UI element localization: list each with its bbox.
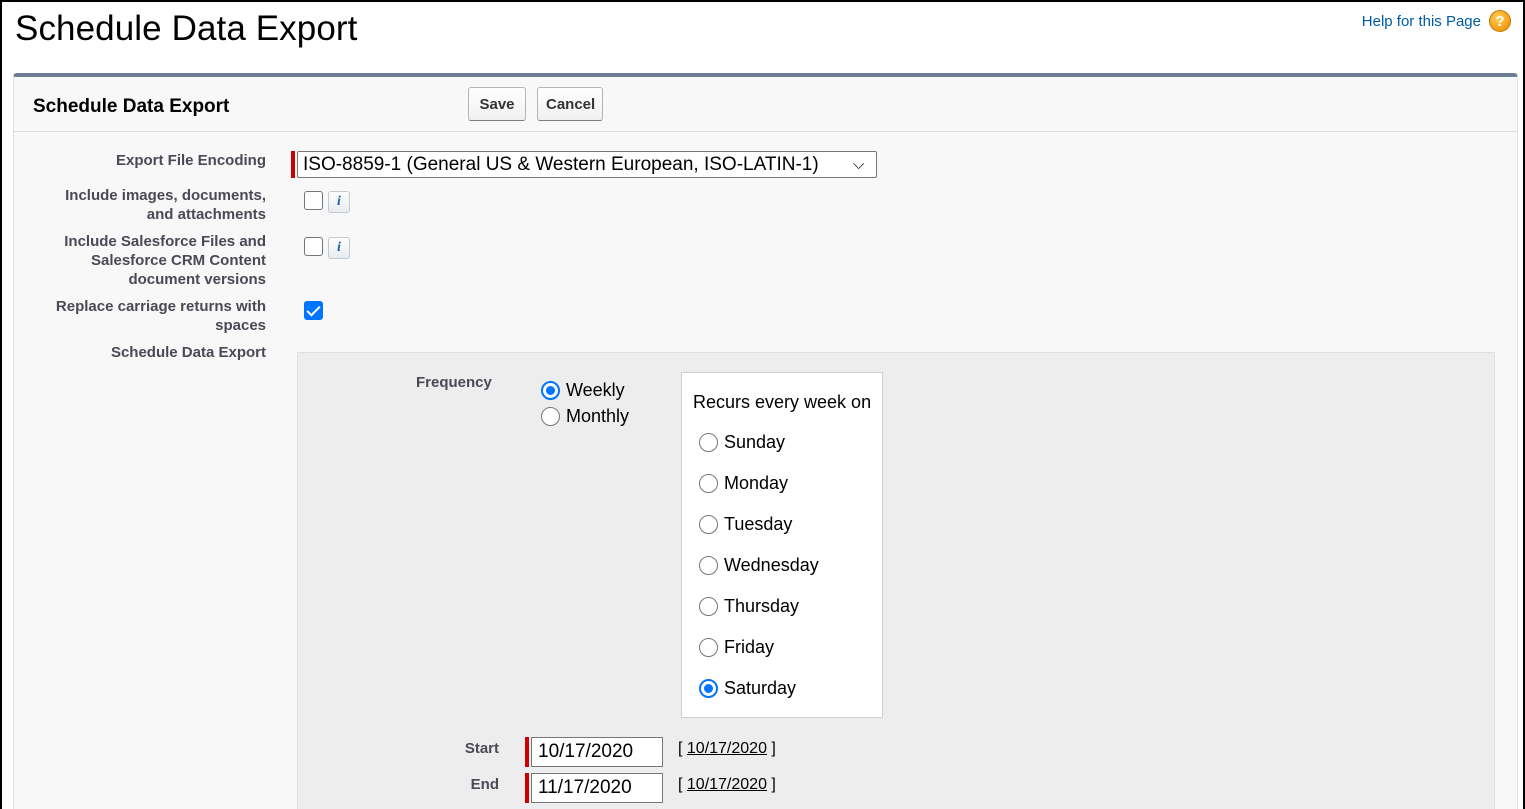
monthly-label: Monthly [566, 406, 630, 426]
day-option-tuesday[interactable]: Tuesday [699, 514, 792, 535]
wednesday-radio[interactable] [699, 556, 718, 575]
day-option-thursday[interactable]: Thursday [699, 596, 799, 617]
frequency-weekly-option[interactable]: Weekly [541, 380, 625, 401]
schedule-label: Schedule Data Export [110, 344, 266, 361]
replace-cr-label-line: Replace carriage returns with [55, 298, 266, 315]
help-link[interactable]: Help for this Page [1362, 13, 1481, 30]
end-date-input[interactable] [531, 773, 663, 803]
sunday-radio[interactable] [699, 433, 718, 452]
day-label: Saturday [724, 678, 797, 698]
cancel-button[interactable]: Cancel [537, 87, 603, 121]
replace-cr-label-line: spaces [215, 317, 266, 334]
schedule-section: Frequency Weekly Monthly Recurs every we… [297, 352, 1495, 809]
encoding-label: Export File Encoding [115, 152, 266, 169]
info-icon[interactable]: i [328, 237, 350, 259]
saturday-radio[interactable] [699, 679, 718, 698]
help-area: Help for this Page ? [1362, 10, 1511, 32]
monthly-radio[interactable] [541, 407, 560, 426]
thursday-radio[interactable] [699, 597, 718, 616]
day-option-friday[interactable]: Friday [699, 637, 774, 658]
start-label: Start [464, 740, 499, 757]
end-today-date-link[interactable]: 10/17/2020 [687, 776, 767, 793]
start-today-link: [ 10/17/2020 ] [678, 740, 776, 757]
day-option-saturday[interactable]: Saturday [699, 678, 796, 699]
include-images-label: Include images, documents, and attachmen… [65, 186, 266, 224]
schedule-panel: Schedule Data Export Save Cancel Export … [13, 73, 1518, 809]
day-option-sunday[interactable]: Sunday [699, 432, 785, 453]
recurs-weekly-box: Recurs every week on Sunday Monday Tuesd… [681, 372, 883, 718]
end-label: End [470, 776, 499, 793]
end-today-link: [ 10/17/2020 ] [678, 776, 776, 793]
help-question-icon[interactable]: ? [1489, 10, 1511, 32]
include-files-label-line: Salesforce CRM Content [90, 252, 266, 269]
panel-title: Schedule Data Export [33, 96, 230, 117]
tuesday-radio[interactable] [699, 515, 718, 534]
weekly-label: Weekly [566, 380, 625, 400]
encoding-select[interactable]: ISO-8859-1 (General US & Western Europea… [297, 151, 877, 178]
panel-header: Schedule Data Export Save Cancel [14, 77, 1517, 132]
required-indicator [291, 151, 295, 178]
replace-cr-label: Replace carriage returns with spaces [56, 297, 266, 335]
include-files-label: Include Salesforce Files and Salesforce … [64, 232, 266, 289]
day-label: Sunday [724, 432, 786, 452]
include-images-checkbox[interactable] [304, 191, 323, 210]
info-icon[interactable]: i [328, 191, 350, 213]
required-indicator [525, 773, 529, 803]
include-files-checkbox[interactable] [304, 237, 323, 256]
weekly-radio[interactable] [541, 381, 560, 400]
save-button[interactable]: Save [468, 87, 526, 121]
day-label: Thursday [724, 596, 800, 616]
day-label: Friday [724, 637, 775, 657]
replace-cr-checkbox[interactable] [304, 301, 323, 320]
day-label: Monday [724, 473, 789, 493]
include-files-label-line: document versions [128, 271, 266, 288]
include-images-label-line: and attachments [146, 206, 266, 223]
day-label: Tuesday [724, 514, 793, 534]
friday-radio[interactable] [699, 638, 718, 657]
monday-radio[interactable] [699, 474, 718, 493]
start-date-input[interactable] [531, 737, 663, 767]
include-images-label-line: Include images, documents, [65, 187, 266, 204]
frequency-label: Frequency [416, 374, 492, 391]
page-title: Schedule Data Export [15, 9, 358, 48]
recurs-title: Recurs every week on [693, 392, 872, 412]
start-today-date-link[interactable]: 10/17/2020 [687, 740, 767, 757]
include-files-label-line: Include Salesforce Files and [64, 233, 266, 250]
day-option-monday[interactable]: Monday [699, 473, 788, 494]
day-option-wednesday[interactable]: Wednesday [699, 555, 819, 576]
day-label: Wednesday [724, 555, 819, 575]
required-indicator [525, 737, 529, 767]
frequency-monthly-option[interactable]: Monthly [541, 406, 629, 427]
